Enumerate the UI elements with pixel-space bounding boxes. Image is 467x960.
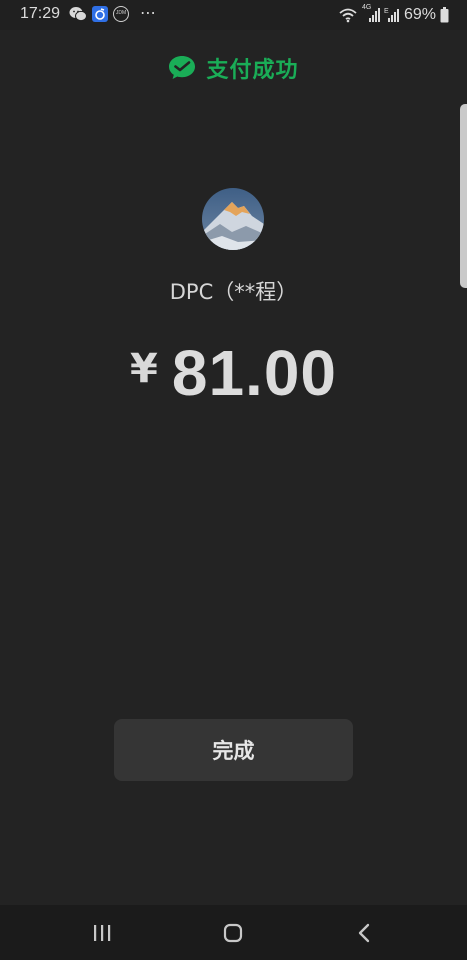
merchant-avatar	[202, 188, 264, 250]
recents-icon	[94, 924, 111, 941]
payment-success-screen: 17:29 JDM ⋯ 4G E 69% 支付成功 DPC（**程） ¥ 81.…	[0, 0, 467, 960]
svg-text:E: E	[384, 8, 389, 15]
navigation-bar	[0, 905, 467, 960]
payment-amount: 81.00	[171, 337, 337, 409]
edge-panel-handle[interactable]	[460, 104, 467, 288]
status-time: 17:29	[20, 5, 61, 22]
home-button[interactable]	[193, 905, 273, 960]
currency-symbol: ¥	[130, 346, 158, 392]
recents-button[interactable]	[62, 905, 142, 960]
battery-icon	[440, 7, 449, 23]
back-button[interactable]	[324, 905, 404, 960]
back-icon	[358, 923, 370, 942]
status-right-group: 4G E 69%	[338, 4, 449, 25]
signal-4g-icon: 4G	[362, 4, 380, 23]
wechat-pay-icon	[169, 56, 196, 79]
wechat-icon	[69, 7, 87, 22]
battery-percent: 69%	[403, 6, 436, 23]
jdm-icon: JDM	[113, 6, 129, 22]
done-button[interactable]: 完成	[114, 719, 353, 781]
amount-row: ¥ 81.00	[0, 336, 467, 410]
more-dots-icon: ⋯	[140, 3, 157, 22]
merchant-name: DPC（**程）	[169, 280, 298, 304]
status-bar: 17:29 JDM ⋯ 4G E 69%	[0, 0, 467, 30]
home-icon	[223, 923, 243, 942]
signal-e-icon: E	[384, 8, 399, 22]
wifi-icon	[339, 8, 357, 23]
app-blue-icon	[92, 6, 108, 22]
success-header: 支付成功	[0, 52, 467, 84]
success-title: 支付成功	[206, 58, 299, 83]
